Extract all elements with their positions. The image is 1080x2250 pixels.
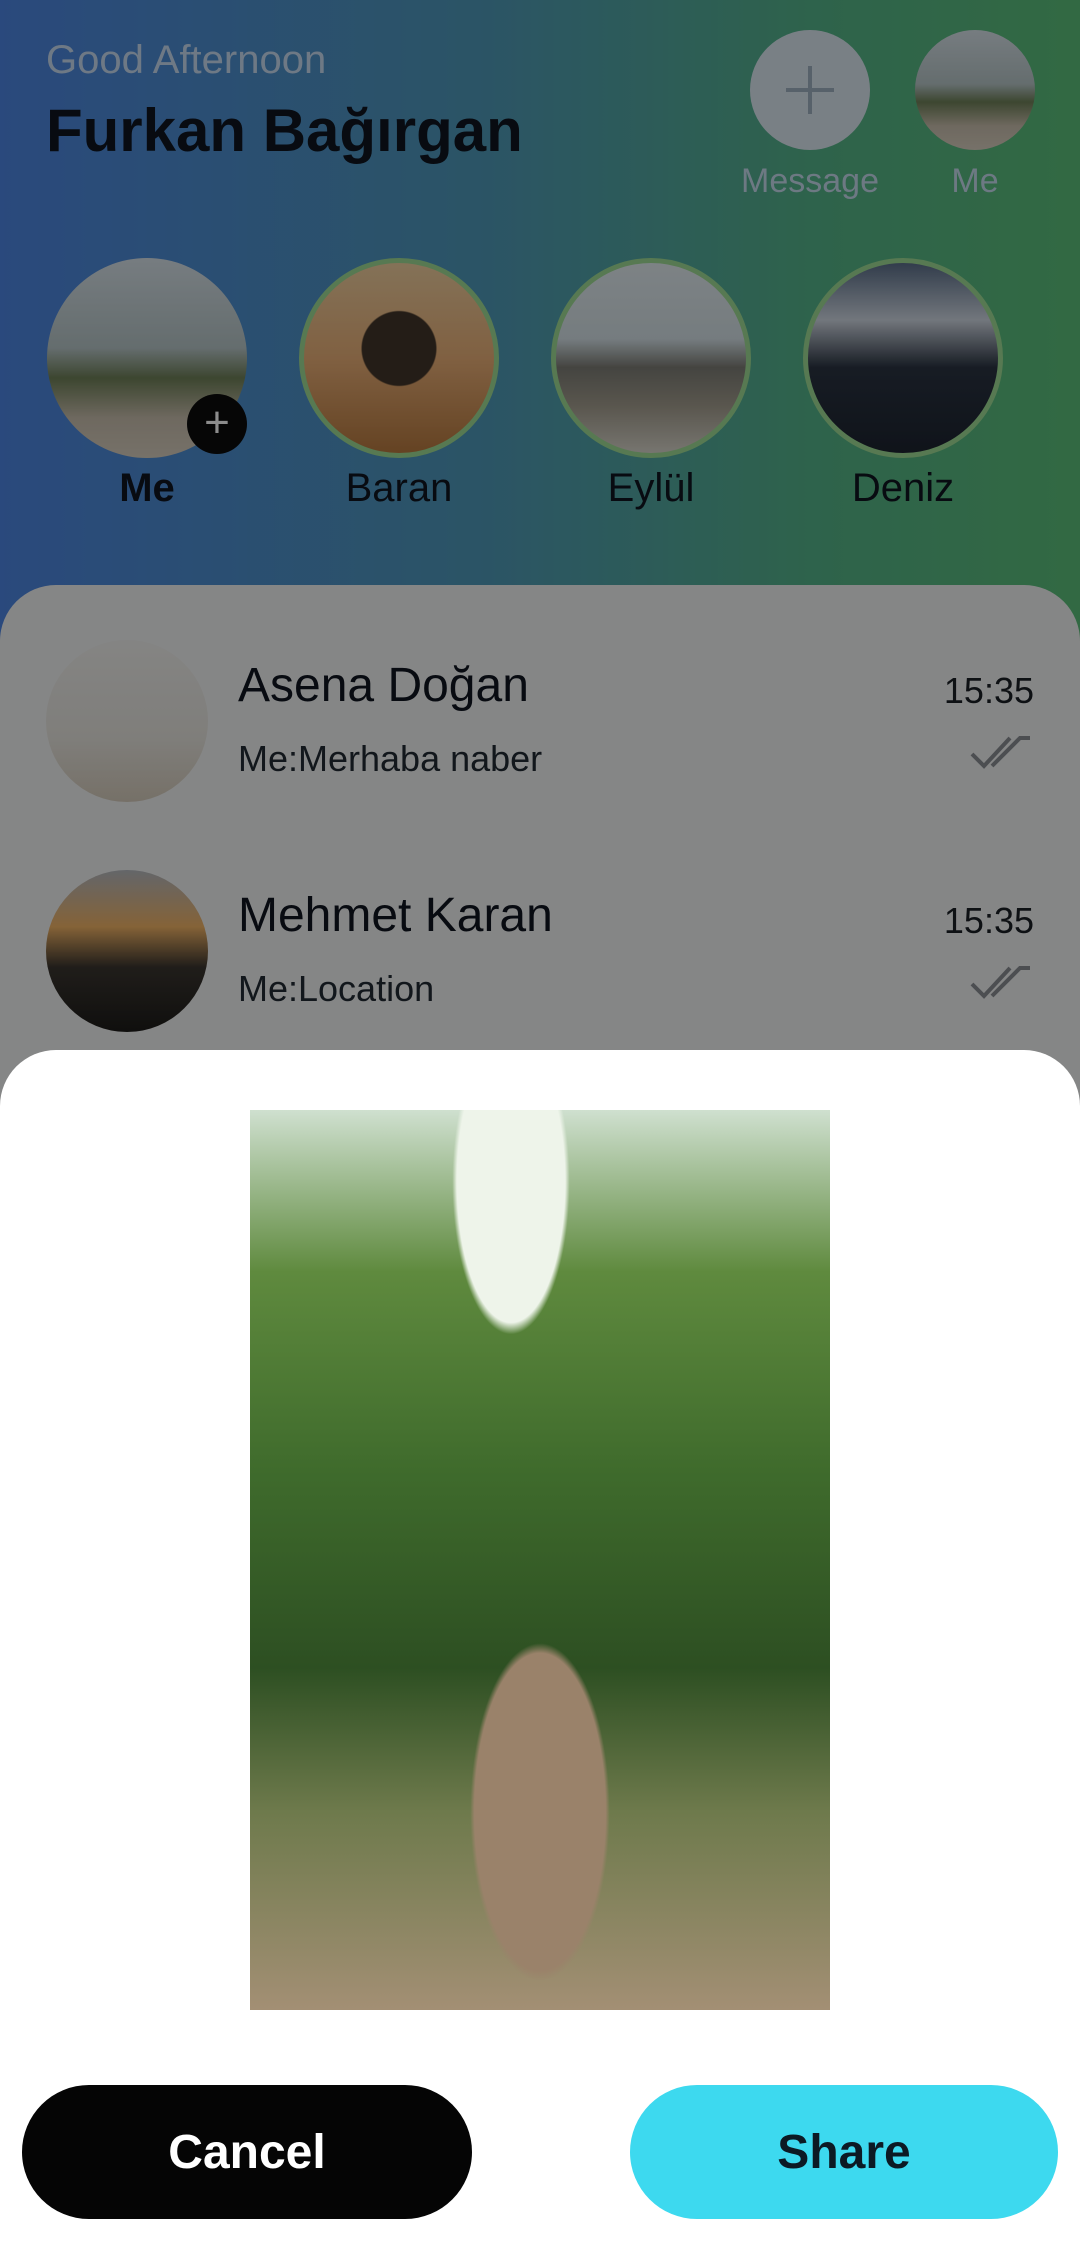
cancel-button[interactable]: Cancel — [22, 2085, 472, 2219]
chat-home-screen: Good Afternoon Furkan Bağırgan Message M… — [0, 0, 1080, 2250]
share-sheet: Cancel Share — [0, 1050, 1080, 2250]
shared-image-preview — [250, 1110, 830, 2010]
share-button[interactable]: Share — [630, 2085, 1058, 2219]
